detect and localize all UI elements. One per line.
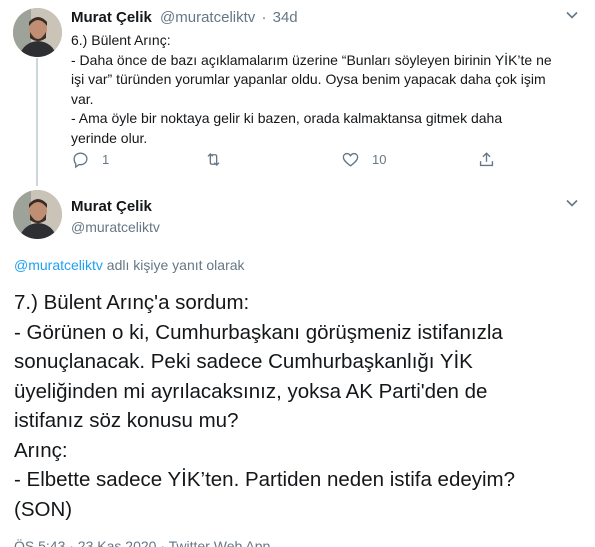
tweet1-avatar[interactable]	[13, 8, 62, 57]
retweet-icon	[207, 153, 220, 166]
retweet-button[interactable]	[204, 150, 235, 169]
tweet2-avatar[interactable]	[13, 190, 62, 239]
tweet1-author-name[interactable]: Murat Çelik	[71, 9, 152, 26]
tweet1-header: Murat Çelik @muratceliktv · 34d	[71, 9, 298, 26]
tweet1-line: - Daha önce de bazı açıklamalarım üzerin…	[71, 51, 552, 68]
tweet2-line: sonuçlanacak. Peki sadece Cumhurbaşkanlı…	[14, 350, 473, 373]
tweet1-line: var.	[71, 90, 94, 107]
tweet1-separator: ·	[261, 9, 267, 26]
reply-to-text: adlı kişiye yanıt olarak	[102, 257, 245, 273]
heart-icon	[342, 152, 359, 167]
tweet2-line: 7.) Bülent Arınç'a sordum:	[14, 291, 250, 314]
tweet2-timestamp[interactable]: ÖS 5:43 · 23 Kas 2020 · Twitter Web App	[14, 538, 270, 547]
tweet2-line: - Elbette sadece YİK’ten. Partiden neden…	[14, 468, 516, 491]
reply-context: @muratceliktv adlı kişiye yanıt olarak	[14, 257, 245, 273]
tweet1-line: 6.) Bülent Arınç:	[71, 32, 171, 48]
tweet2-author-name[interactable]: Murat Çelik	[71, 198, 152, 215]
chevron-down-icon[interactable]	[565, 196, 579, 215]
like-button[interactable]: 10	[341, 150, 386, 169]
share-button[interactable]	[477, 150, 496, 169]
tweet2-text: 7.) Bülent Arınç'a sordum: - Görünen o k…	[14, 288, 584, 524]
tweet1-action-bar: 1 10	[71, 150, 511, 172]
tweet2-line: Arınç:	[14, 438, 68, 462]
tweet2-line: - Görünen o ki, Cumhurbaşkanı görüşmeniz…	[14, 320, 503, 344]
thread-connector-line	[36, 58, 38, 186]
tweet1-time[interactable]: 34d	[273, 9, 298, 26]
reply-button[interactable]: 1	[71, 150, 109, 169]
tweet2-author-handle[interactable]: @muratceliktv	[71, 219, 160, 235]
chevron-down-icon[interactable]	[565, 8, 579, 27]
tweet1-author-handle[interactable]: @muratceliktv	[160, 9, 255, 26]
tweet1-text: 6.) Bülent Arınç: - Daha önce de bazı aç…	[71, 31, 571, 148]
tweet2-line: istifanız söz konusu mu?	[14, 409, 239, 432]
like-count: 10	[372, 152, 387, 167]
share-icon	[479, 152, 494, 167]
tweet2-line: üyeliğinden mi ayrılacaksınız, yoksa AK …	[14, 379, 488, 403]
tweet1-line: yerinde olur.	[71, 129, 148, 146]
tweet1-line: - Ama öyle bir noktaya gelir ki bazen, o…	[71, 110, 503, 126]
reply-count: 1	[102, 152, 110, 167]
tweet1-line: işi var” türünden yorumlar yapanlar oldu…	[71, 71, 546, 87]
tweet2-line: (SON)	[14, 497, 73, 521]
reply-to-link[interactable]: @muratceliktv	[14, 257, 103, 273]
reply-icon	[73, 152, 88, 169]
